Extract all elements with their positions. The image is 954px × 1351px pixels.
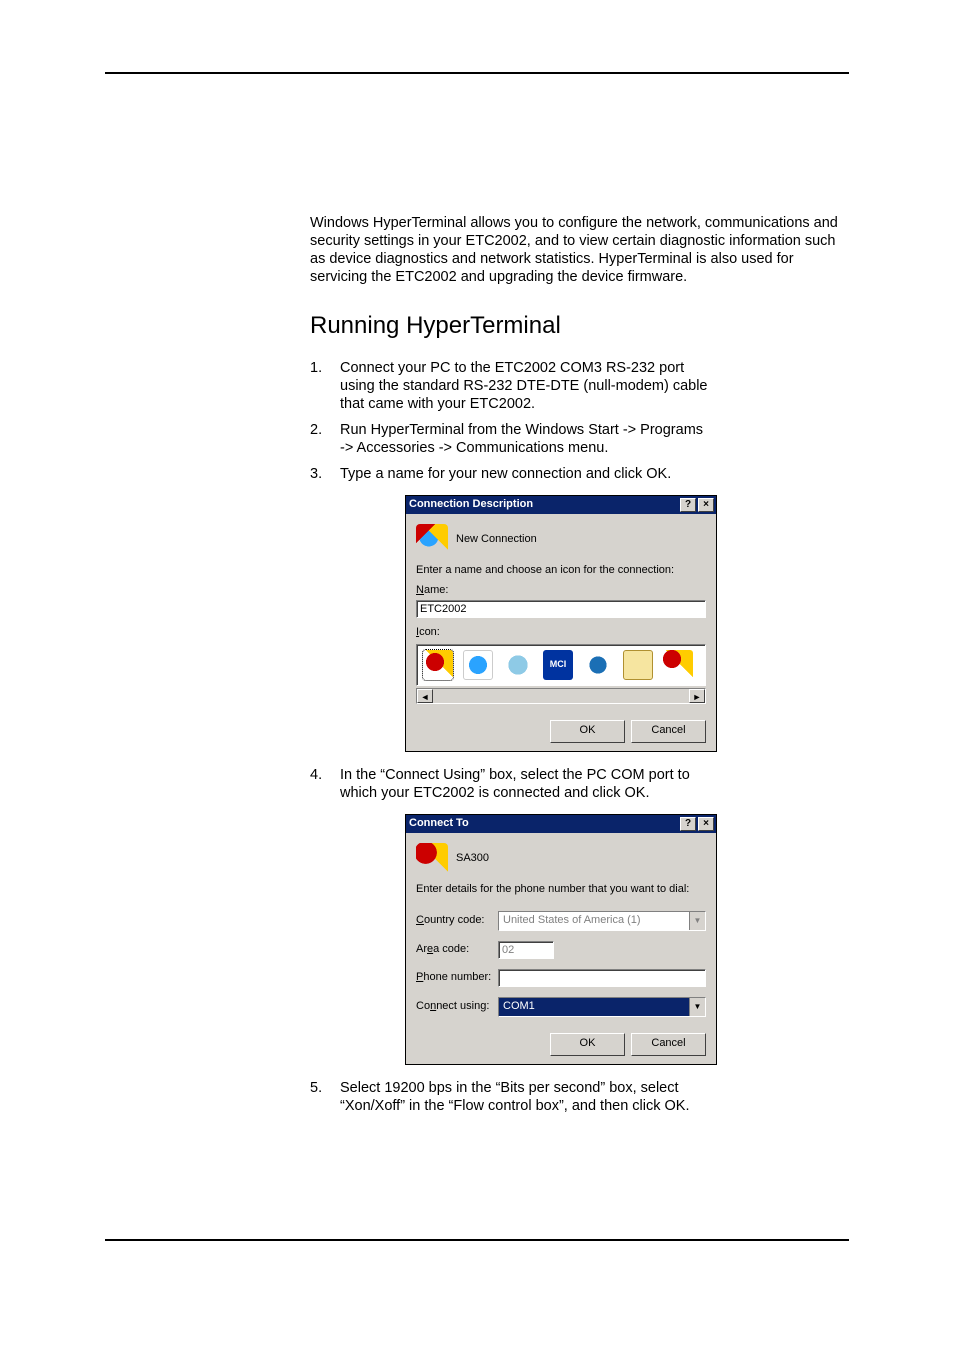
connection-name-label: SA300 [456, 852, 489, 866]
ok-button[interactable]: OK [550, 1033, 625, 1056]
scroll-right-icon[interactable]: ► [689, 689, 705, 703]
help-icon[interactable]: ? [680, 817, 696, 831]
step-text: Connect your PC to the ETC2002 COM3 RS-2… [340, 359, 710, 413]
top-rule [105, 72, 849, 74]
country-combo: United States of America (1) ▼ [498, 911, 706, 931]
icon-option-sheet[interactable] [623, 650, 653, 680]
close-icon[interactable]: × [698, 498, 714, 512]
step-number: 4. [310, 766, 340, 802]
dialog2-wrap: Connect To ? × SA300 Enter details for t… [405, 814, 850, 1065]
connect-using-label: Connect using: [416, 1000, 498, 1014]
bottom-rule [105, 1239, 849, 1241]
step-text: Select 19200 bps in the “Bits per second… [340, 1079, 710, 1115]
cancel-button[interactable]: Cancel [631, 720, 706, 743]
step-number: 1. [310, 359, 340, 413]
help-icon[interactable]: ? [680, 498, 696, 512]
step-text: In the “Connect Using” box, select the P… [340, 766, 710, 802]
section-heading: Running HyperTerminal [310, 311, 850, 341]
area-row: Area code: [416, 941, 706, 959]
country-label: Country code: [416, 914, 498, 928]
steps-list-cont2: 5. Select 19200 bps in the “Bits per sec… [310, 1079, 850, 1115]
step-number: 5. [310, 1079, 340, 1115]
connection-name-input[interactable] [416, 600, 706, 618]
connect-to-dialog: Connect To ? × SA300 Enter details for t… [405, 814, 717, 1065]
connect-using-combo[interactable]: COM1 ▼ [498, 997, 706, 1017]
phone-icon [416, 843, 448, 875]
icon-option-mci[interactable] [543, 650, 573, 680]
icon-option-globe1[interactable] [463, 650, 493, 680]
step-text: Run HyperTerminal from the Windows Start… [340, 421, 710, 457]
connect-using-value: COM1 [499, 998, 689, 1016]
titlebar[interactable]: Connect To ? × [406, 815, 716, 833]
step-number: 2. [310, 421, 340, 457]
content-area: Windows HyperTerminal allows you to conf… [310, 214, 850, 1115]
phone-row: Phone number: [416, 969, 706, 987]
icon-option-last[interactable] [663, 650, 693, 680]
area-code-input [498, 941, 554, 959]
icon-label: Icon: [416, 626, 706, 640]
step-5: 5. Select 19200 bps in the “Bits per sec… [310, 1079, 850, 1115]
cancel-button[interactable]: Cancel [631, 1033, 706, 1056]
hyperterminal-icon [416, 524, 448, 556]
dialog2-prompt: Enter details for the phone number that … [416, 883, 706, 897]
name-label: Name: [416, 584, 706, 598]
titlebar[interactable]: Connection Description ? × [406, 496, 716, 514]
step-3: 3. Type a name for your new connection a… [310, 465, 850, 483]
dialog-title: Connect To [409, 817, 469, 831]
icon-scrollbar[interactable]: ◄ ► [416, 688, 706, 704]
ok-button[interactable]: OK [550, 720, 625, 743]
chevron-down-icon: ▼ [689, 912, 705, 930]
phone-label: Phone number: [416, 971, 498, 985]
icon-picker[interactable] [416, 644, 706, 686]
close-icon[interactable]: × [698, 817, 714, 831]
scroll-left-icon[interactable]: ◄ [417, 689, 433, 703]
chevron-down-icon[interactable]: ▼ [689, 998, 705, 1016]
step-1: 1. Connect your PC to the ETC2002 COM3 R… [310, 359, 850, 413]
country-row: Country code: United States of America (… [416, 911, 706, 931]
dialog1-prompt: Enter a name and choose an icon for the … [416, 564, 706, 578]
phone-number-input [498, 969, 706, 987]
connect-row: Connect using: COM1 ▼ [416, 997, 706, 1017]
country-value: United States of America (1) [499, 912, 689, 930]
connection-description-dialog: Connection Description ? × New Connectio… [405, 495, 717, 751]
dialog-title: Connection Description [409, 498, 533, 512]
step-2: 2. Run HyperTerminal from the Windows St… [310, 421, 850, 457]
icon-option-phone[interactable] [423, 650, 453, 680]
step-4: 4. In the “Connect Using” box, select th… [310, 766, 850, 802]
area-label: Area code: [416, 943, 498, 957]
intro-paragraph: Windows HyperTerminal allows you to conf… [310, 214, 850, 287]
dialog1-wrap: Connection Description ? × New Connectio… [405, 495, 850, 751]
steps-list: 1. Connect your PC to the ETC2002 COM3 R… [310, 359, 850, 484]
icon-option-orb[interactable] [583, 650, 613, 680]
steps-list-cont: 4. In the “Connect Using” box, select th… [310, 766, 850, 802]
icon-option-globe2[interactable] [503, 650, 533, 680]
step-number: 3. [310, 465, 340, 483]
new-connection-label: New Connection [456, 533, 537, 547]
step-text: Type a name for your new connection and … [340, 465, 710, 483]
